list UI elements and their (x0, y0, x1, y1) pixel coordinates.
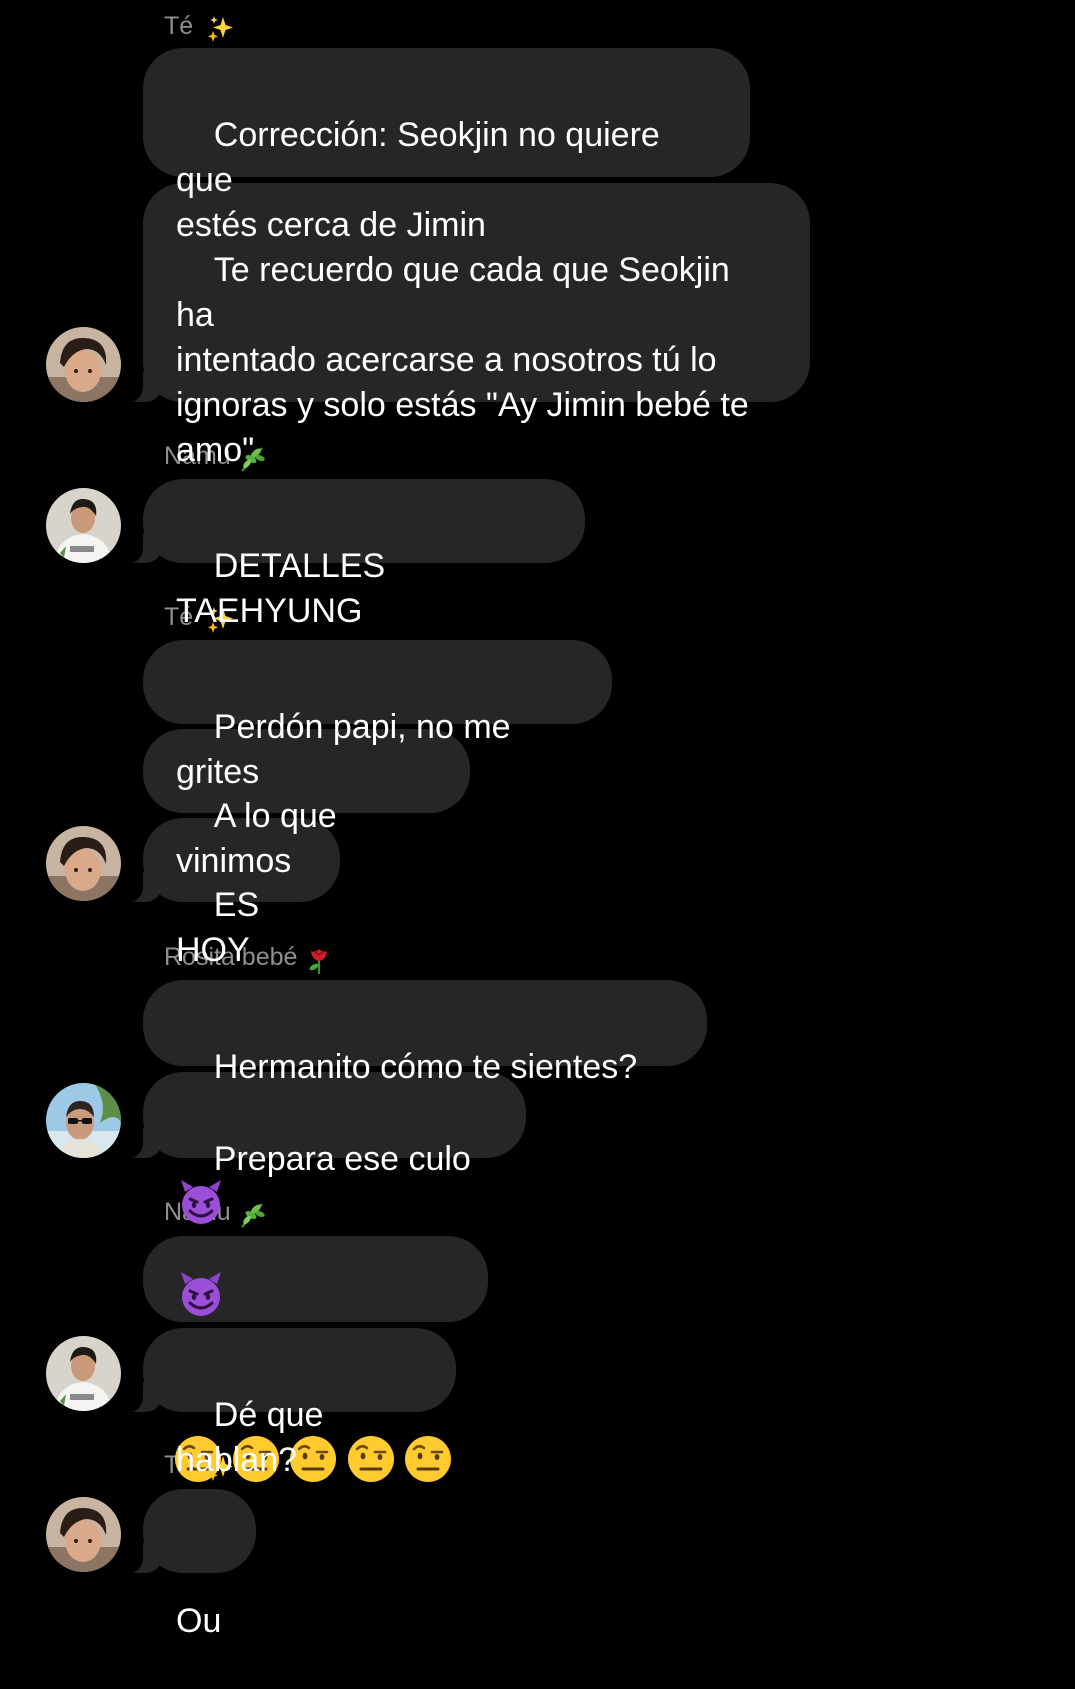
message-bubble[interactable]: DETALLES TAEHYUNG (117, 479, 585, 630)
avatar-te-icon[interactable] (46, 826, 121, 901)
message-bubble[interactable]: Hermanito cómo te sientes? (143, 980, 707, 1224)
message-bubble[interactable]: Corrección: Seokjin no quiere que estés … (143, 48, 750, 244)
avatar-rosita-icon[interactable] (46, 1083, 121, 1158)
message-text: DETALLES TAEHYUNG (176, 547, 394, 630)
sender-name: Té (164, 11, 236, 44)
sender-name-text: Té (164, 12, 194, 40)
avatar-te-icon[interactable] (46, 1497, 121, 1572)
rose-icon (304, 945, 334, 975)
avatar-te-icon[interactable] (46, 327, 121, 402)
face-with-raised-eyebrow-icon (346, 1344, 401, 1574)
face-with-raised-eyebrow-icon (403, 1344, 458, 1574)
message-text: Ou (176, 1602, 222, 1640)
avatar-namu-icon[interactable] (46, 1336, 121, 1411)
herb-icon (238, 1200, 268, 1230)
message-bubble[interactable]: Perdón papi, no me grites (143, 640, 612, 791)
sparkles-icon (206, 14, 236, 44)
message-text: Te recuerdo que cada que Seokjin ha inte… (176, 251, 749, 469)
avatar-namu-icon[interactable] (46, 488, 121, 563)
message-text-content: Hermanito cómo te sientes? (213, 1048, 638, 1086)
message-text-content: Prepara ese culo (213, 1140, 471, 1178)
chat-thread[interactable]: Té Corrección: Seokjin no quiere que est… (0, 0, 1075, 1640)
